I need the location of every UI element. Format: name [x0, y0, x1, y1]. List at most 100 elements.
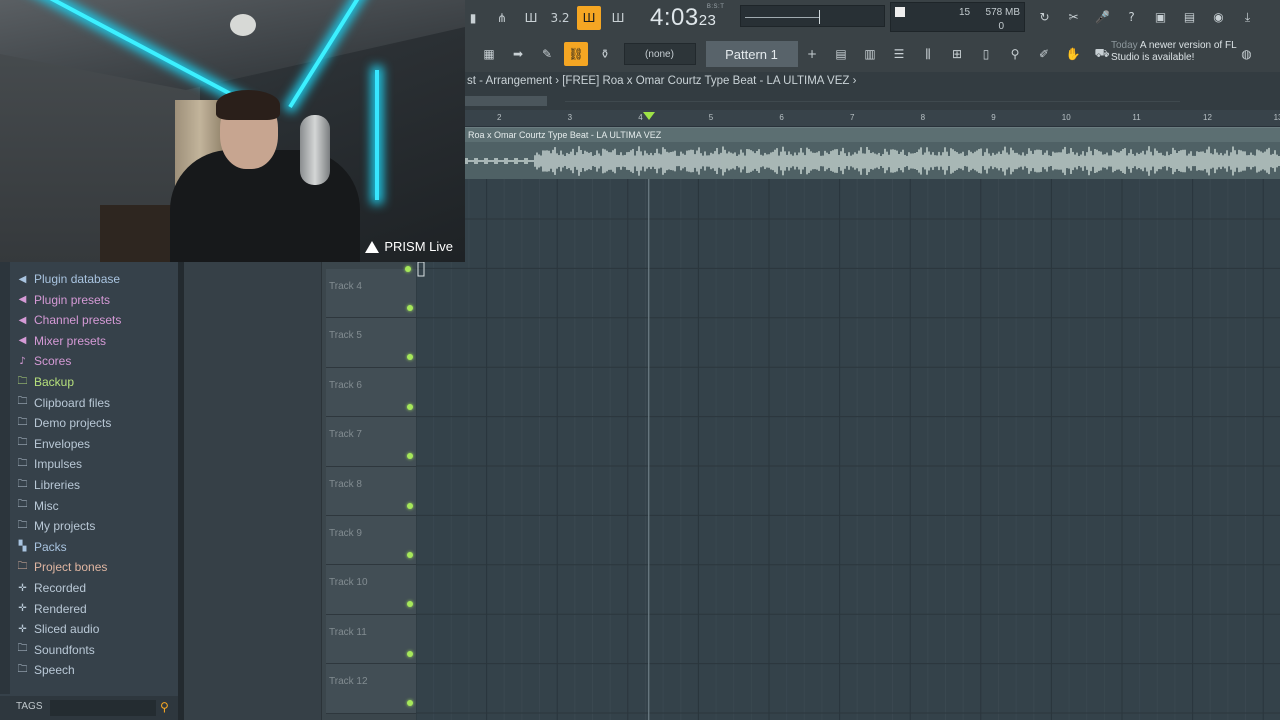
plugin-icon[interactable]: ⚲: [1003, 42, 1027, 66]
link-icon[interactable]: ⛓: [564, 42, 588, 66]
cpu-memory-monitor[interactable]: 15 578 MB 0: [890, 2, 1025, 32]
browser-item[interactable]: 🗀 Soundfonts: [16, 641, 95, 659]
download-icon[interactable]: ⤓: [1236, 5, 1260, 29]
channel-rack-icon[interactable]: ⫼: [916, 42, 940, 66]
track-led[interactable]: [407, 502, 413, 509]
track-led[interactable]: [407, 650, 413, 657]
browser-item[interactable]: 🗀 My projects: [16, 517, 96, 535]
browser-item[interactable]: 🗀 Backup: [16, 373, 75, 391]
hand-icon[interactable]: ✋: [1061, 42, 1085, 66]
add-pattern-icon[interactable]: +: [800, 42, 824, 66]
count-icon[interactable]: 3.2: [548, 6, 572, 30]
bar-number: 12: [1203, 113, 1212, 122]
tags-label: TAGS: [16, 701, 43, 712]
browser-item[interactable]: ✛ Sliced audio: [16, 620, 99, 638]
track-header[interactable]: Track 12: [326, 664, 416, 714]
step-sequencer-icon[interactable]: ▥: [858, 42, 882, 66]
browser-item[interactable]: 🗀 Impulses: [16, 455, 83, 473]
browser-item[interactable]: ◀ Mixer presets: [16, 332, 106, 350]
song-time-display[interactable]: 4:0323 B:S:T: [650, 4, 724, 32]
track-header[interactable]: Track 11: [326, 614, 416, 665]
browser-item[interactable]: ◀ Plugin database: [16, 270, 120, 288]
folder-icon: 🗀: [17, 416, 28, 428]
playlist-grid[interactable]: [416, 179, 1280, 720]
memory-value: 578 MB: [985, 7, 1020, 18]
track-led[interactable]: [407, 354, 413, 361]
search-icon[interactable]: ⚲: [160, 700, 169, 714]
tempo-tap-icon[interactable]: ⋔: [490, 6, 514, 30]
webcam-overlay: PRISM Live: [0, 0, 465, 262]
track-led[interactable]: [407, 700, 413, 707]
timeline-ruler[interactable]: 2345678910111213: [465, 110, 1280, 127]
browser-item[interactable]: ♪ Scores: [16, 352, 71, 370]
browser-item[interactable]: 🗀 Envelopes: [16, 435, 91, 453]
draw-icon[interactable]: ✎: [535, 42, 559, 66]
cut-icon[interactable]: ✂: [1062, 5, 1086, 29]
track-led[interactable]: [407, 552, 413, 558]
plugin-icon: ◀: [18, 294, 27, 306]
folder-icon: 🗀: [17, 478, 28, 490]
bar-number: 10: [1061, 113, 1071, 122]
render-icon[interactable]: ▤: [1178, 5, 1202, 29]
browser-item[interactable]: 🗀 Libreries: [16, 476, 81, 494]
mixer-icon[interactable]: ☰: [887, 42, 911, 66]
browser-item[interactable]: ✛ Recorded: [16, 579, 86, 597]
playlist-icon[interactable]: ▤: [829, 42, 853, 66]
track-header[interactable]: Track 4: [326, 269, 416, 319]
master-pitch-slider[interactable]: [740, 5, 885, 27]
metronome-icon[interactable]: Ш: [519, 6, 543, 30]
hint-date: Today: [1111, 40, 1138, 51]
undo-history-icon[interactable]: ↻: [1033, 5, 1057, 29]
pattern-selector[interactable]: (none): [623, 43, 696, 65]
browser-item-label: Project bones: [34, 560, 108, 575]
help-icon[interactable]: ?: [1120, 5, 1144, 29]
browser-item[interactable]: 🗀 Project bones: [16, 558, 108, 576]
track-led[interactable]: [405, 266, 411, 272]
playlist-title-bar[interactable]: st - Arrangement › [FREE] Roa x Omar Cou…: [465, 72, 1280, 92]
step-edit-icon[interactable]: Ш: [577, 6, 601, 30]
tags-input[interactable]: [50, 700, 156, 716]
browser-item[interactable]: ✛ Rendered: [16, 600, 87, 618]
browser-item[interactable]: 🗀 Speech: [16, 661, 75, 679]
update-hint[interactable]: Today A newer version of FL Studio is av…: [1111, 40, 1241, 64]
horizontal-scrollbar[interactable]: [465, 92, 1280, 110]
stamp-icon[interactable]: ⚱: [593, 42, 617, 66]
browser-item-label: Rendered: [34, 601, 87, 616]
playlist-picker-panel[interactable]: [184, 262, 322, 720]
track-header[interactable]: Track 10: [326, 565, 416, 615]
brush-icon[interactable]: ✐: [1032, 42, 1056, 66]
browser-item[interactable]: ◀ Channel presets: [16, 311, 122, 329]
arrow-icon[interactable]: ➡: [506, 42, 530, 66]
file-icon[interactable]: ▯: [974, 42, 998, 66]
browser-item[interactable]: ▚ Packs: [16, 538, 67, 556]
save-icon[interactable]: ▣: [1149, 5, 1173, 29]
track-header[interactable]: Track 6: [326, 367, 416, 418]
track-name: Track 5: [329, 330, 362, 342]
browser-item-label: Plugin database: [34, 272, 121, 286]
browser-icon[interactable]: ⊞: [945, 42, 969, 66]
pattern-name[interactable]: Pattern 1: [705, 41, 798, 67]
browser-item[interactable]: 🗀 Clipboard files: [16, 394, 111, 412]
scroll-thumb[interactable]: [465, 96, 547, 106]
track-led[interactable]: [407, 403, 413, 410]
fl-studio-window: ▮ ⋔ Ш 3.2 Ш Ш 4:0323 B:S:T 15 578 MB 0 ↻…: [0, 0, 1280, 720]
track-header[interactable]: Track 8: [326, 466, 416, 516]
track-led[interactable]: [407, 453, 413, 460]
browser-scrollbar[interactable]: [0, 262, 10, 694]
track-led[interactable]: [407, 305, 413, 311]
prism-live-watermark: PRISM Live: [365, 239, 453, 254]
audio-clip[interactable]: Roa x Omar Courtz Type Beat - LA ULTIMA …: [465, 127, 1280, 179]
track-header[interactable]: Track 7: [326, 417, 416, 467]
track-header[interactable]: Track 5: [326, 318, 416, 368]
browser-item[interactable]: 🗀 Misc: [16, 497, 59, 515]
playhead-marker[interactable]: [642, 112, 655, 120]
loop-record-icon[interactable]: Ш: [606, 6, 630, 30]
piano-roll-icon[interactable]: ▦: [477, 42, 501, 66]
track-header[interactable]: Track 9: [326, 516, 416, 566]
browser-item[interactable]: 🗀 Demo projects: [16, 414, 112, 432]
track-led[interactable]: [407, 601, 413, 608]
chat-icon[interactable]: ◉: [1207, 5, 1231, 29]
globe-icon[interactable]: ◍: [1235, 42, 1259, 66]
browser-item[interactable]: ◀ Plugin presets: [16, 291, 110, 309]
mic-icon[interactable]: 🎤: [1091, 5, 1115, 29]
